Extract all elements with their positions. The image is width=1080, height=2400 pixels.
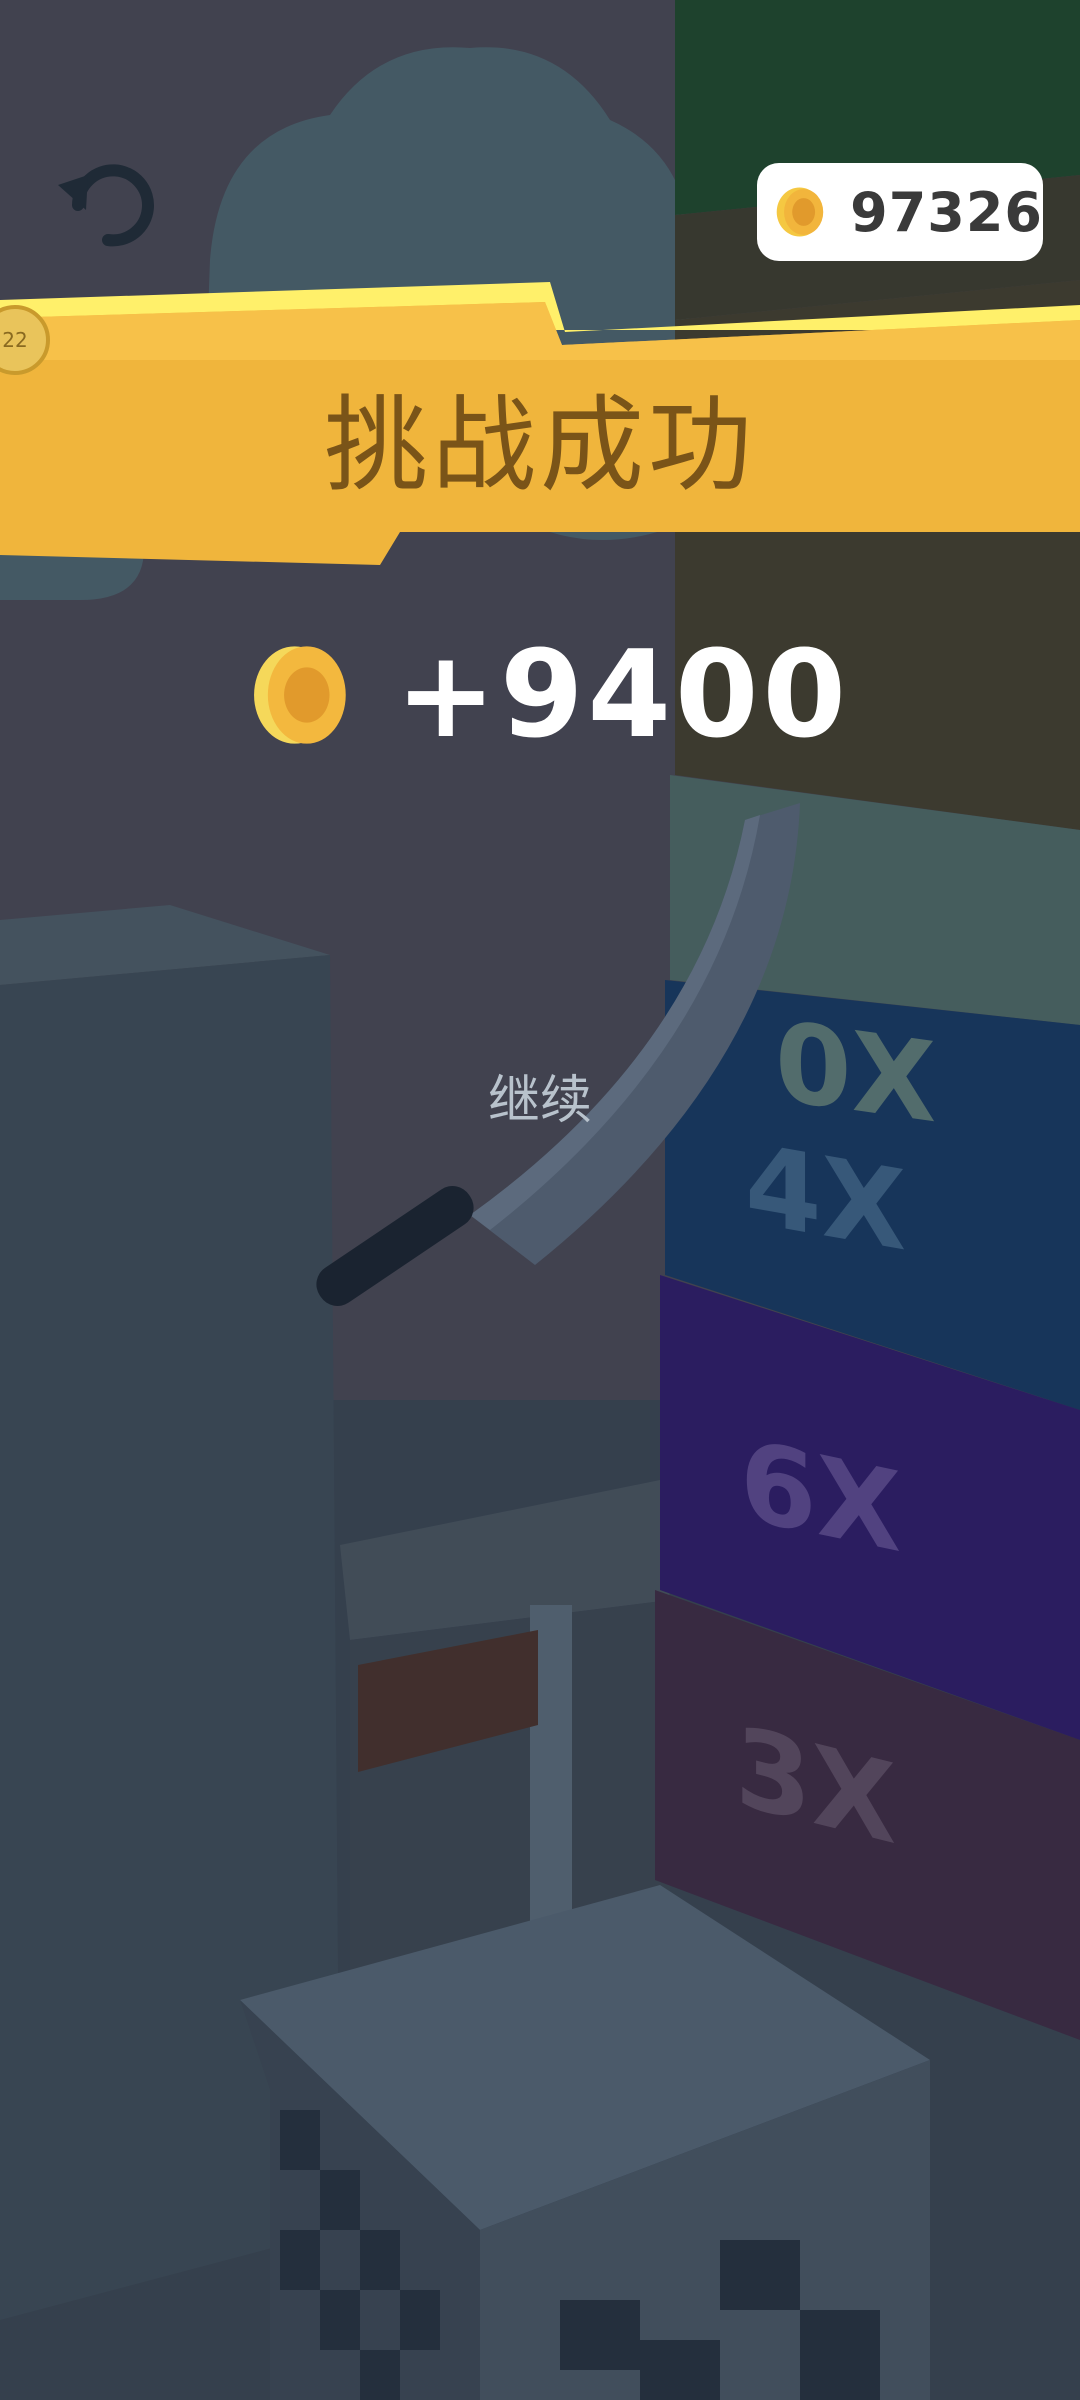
reward-row: +9400 — [250, 620, 850, 770]
coin-balance-badge: 97326 — [757, 163, 1043, 261]
ui-layer: 22 97326 挑战成功 +9400 继续 — [0, 0, 1080, 2400]
reward-coin-icon — [254, 646, 346, 744]
continue-button[interactable]: 继续 — [440, 1055, 640, 1135]
retry-button[interactable] — [48, 145, 168, 265]
coin-balance: 97326 — [850, 180, 1043, 244]
result-title: 挑战成功 — [323, 383, 756, 506]
coin-icon — [776, 187, 824, 237]
reward-amount: +9400 — [395, 625, 850, 765]
retry-icon — [58, 164, 154, 247]
level-number: 22 — [2, 328, 28, 352]
